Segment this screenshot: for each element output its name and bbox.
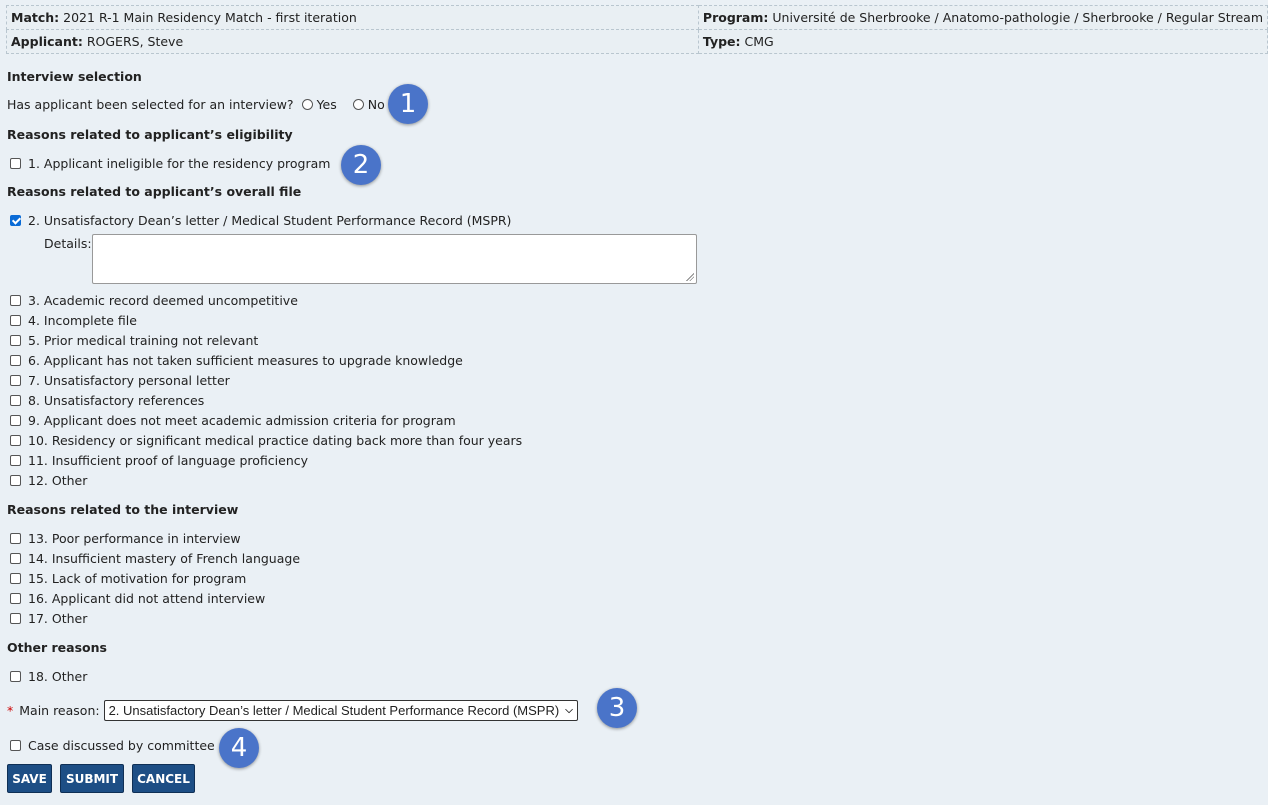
applicant-value: ROGERS, Steve (86, 34, 184, 49)
reason-label: 6. Applicant has not taken sufficient me… (28, 352, 463, 368)
program-value: Université de Sherbrooke / Anatomo-patho… (772, 10, 1263, 25)
reason-item[interactable]: 2. Unsatisfactory Dean’s letter / Medica… (10, 211, 511, 229)
annotation-badge-3: 3 (597, 688, 637, 728)
main-reason-select[interactable]: 2. Unsatisfactory Dean’s letter / Medica… (103, 700, 578, 721)
main-reason-selected: 2. Unsatisfactory Dean’s letter / Medica… (108, 703, 560, 718)
reason-item[interactable]: 1. Applicant ineligible for the residenc… (10, 154, 330, 172)
reason-label: 3. Academic record deemed uncompetitive (28, 292, 298, 308)
committee-label: Case discussed by committee (28, 737, 215, 753)
reason-item[interactable]: 15. Lack of motivation for program (10, 569, 246, 587)
reason-label: 11. Insufficient proof of language profi… (28, 452, 309, 468)
committee-checkbox[interactable] (10, 739, 21, 751)
reason-item[interactable]: 5. Prior medical training not relevant (10, 331, 258, 349)
program-cell: Program: Université de Sherbrooke / Anat… (697, 5, 1268, 30)
program-label: Program: (702, 10, 769, 25)
reason-label: 15. Lack of motivation for program (28, 570, 247, 586)
type-value: CMG (744, 34, 774, 49)
reason-checkbox[interactable] (10, 334, 21, 346)
match-cell: Match: 2021 R-1 Main Residency Match - f… (6, 5, 699, 30)
reason-label: 5. Prior medical training not relevant (28, 332, 259, 348)
overall-file-title: Reasons related to applicant’s overall f… (7, 184, 302, 199)
resize-grip-icon[interactable] (686, 273, 694, 281)
interview-reasons-title: Reasons related to the interview (7, 502, 239, 517)
reason-label: 8. Unsatisfactory references (28, 392, 205, 408)
reason-checkbox[interactable] (10, 454, 21, 466)
eligibility-title: Reasons related to applicant’s eligibili… (7, 127, 293, 142)
reason-item[interactable]: 10. Residency or significant medical pra… (10, 431, 522, 449)
details-textarea[interactable] (92, 234, 697, 284)
required-marker: * (7, 703, 14, 718)
reason-checkbox[interactable] (10, 414, 21, 426)
yes-label[interactable]: Yes (317, 97, 337, 112)
reason-checkbox[interactable] (10, 552, 21, 564)
reason-checkbox[interactable] (10, 314, 21, 326)
reason-item[interactable]: 6. Applicant has not taken sufficient me… (10, 351, 463, 369)
committee-row[interactable]: Case discussed by committee (10, 736, 215, 754)
reason-item[interactable]: 16. Applicant did not attend interview (10, 589, 265, 607)
yes-radio[interactable] (301, 98, 313, 110)
interview-selection-title: Interview selection (7, 69, 142, 84)
reason-label: 16. Applicant did not attend interview (28, 590, 266, 606)
reason-label: 9. Applicant does not meet academic admi… (28, 412, 456, 428)
reason-checkbox[interactable] (10, 592, 21, 604)
header-table: Match: 2021 R-1 Main Residency Match - f… (6, 5, 1268, 54)
reason-checkbox[interactable] (10, 474, 21, 486)
type-cell: Type: CMG (697, 29, 1268, 54)
no-label[interactable]: No (368, 97, 385, 112)
applicant-cell: Applicant: ROGERS, Steve (6, 29, 699, 54)
annotation-badge-4: 4 (219, 728, 259, 768)
reason-checkbox[interactable] (10, 157, 21, 169)
reason-item[interactable]: 13. Poor performance in interview (10, 529, 241, 547)
reason-checkbox[interactable] (10, 374, 21, 386)
reason-label: 10. Residency or significant medical pra… (28, 432, 523, 448)
reason-item[interactable]: 17. Other (10, 609, 87, 627)
reason-checkbox[interactable] (10, 434, 21, 446)
details-label: Details: (44, 236, 92, 251)
reason-checkbox[interactable] (10, 532, 21, 544)
submit-button[interactable]: SUBMIT (60, 764, 124, 793)
reason-label: 18. Other (28, 668, 88, 684)
reason-item[interactable]: 3. Academic record deemed uncompetitive (10, 291, 298, 309)
no-radio[interactable] (352, 98, 364, 110)
match-value: 2021 R-1 Main Residency Match - first it… (63, 10, 357, 25)
main-reason-label: Main reason: (19, 703, 100, 718)
reason-item[interactable]: 9. Applicant does not meet academic admi… (10, 411, 456, 429)
reason-item[interactable]: 8. Unsatisfactory references (10, 391, 204, 409)
reason-label: 2. Unsatisfactory Dean’s letter / Medica… (28, 212, 512, 228)
chevron-down-icon: ⌵ (565, 705, 573, 716)
reason-checkbox[interactable] (10, 394, 21, 406)
reason-checkbox[interactable] (10, 294, 21, 306)
cancel-button[interactable]: CANCEL (132, 764, 195, 793)
reason-checkbox[interactable] (10, 572, 21, 584)
match-label: Match: (11, 10, 60, 25)
reason-label: 12. Other (28, 472, 88, 488)
reason-item[interactable]: 4. Incomplete file (10, 311, 137, 329)
annotation-badge-2: 2 (341, 145, 381, 185)
reason-label: 4. Incomplete file (28, 312, 137, 328)
interview-question: Has applicant been selected for an inter… (7, 96, 294, 112)
reason-label: 14. Insufficient mastery of French langu… (28, 550, 301, 566)
applicant-label: Applicant: (11, 34, 83, 49)
reason-label: 13. Poor performance in interview (28, 530, 241, 546)
interview-question-row: Has applicant been selected for an inter… (7, 95, 385, 113)
reason-item[interactable]: 12. Other (10, 471, 87, 489)
type-label: Type: (702, 34, 741, 49)
reason-checkbox[interactable] (10, 354, 21, 366)
reason-checkbox[interactable] (10, 612, 21, 624)
reason-checkbox-checked[interactable] (10, 214, 21, 226)
reason-label: 17. Other (28, 610, 88, 626)
annotation-badge-1: 1 (388, 84, 428, 124)
reason-item[interactable]: 14. Insufficient mastery of French langu… (10, 549, 300, 567)
save-button[interactable]: SAVE (7, 764, 52, 793)
main-reason-row: * Main reason: 2. Unsatisfactory Dean’s … (7, 700, 578, 721)
reason-item[interactable]: 11. Insufficient proof of language profi… (10, 451, 308, 469)
reason-item[interactable]: 18. Other (10, 667, 87, 685)
other-reasons-title: Other reasons (7, 640, 107, 655)
reason-label: 7. Unsatisfactory personal letter (28, 372, 230, 388)
reason-label: 1. Applicant ineligible for the residenc… (28, 155, 331, 171)
reason-checkbox[interactable] (10, 670, 21, 682)
reason-item[interactable]: 7. Unsatisfactory personal letter (10, 371, 230, 389)
